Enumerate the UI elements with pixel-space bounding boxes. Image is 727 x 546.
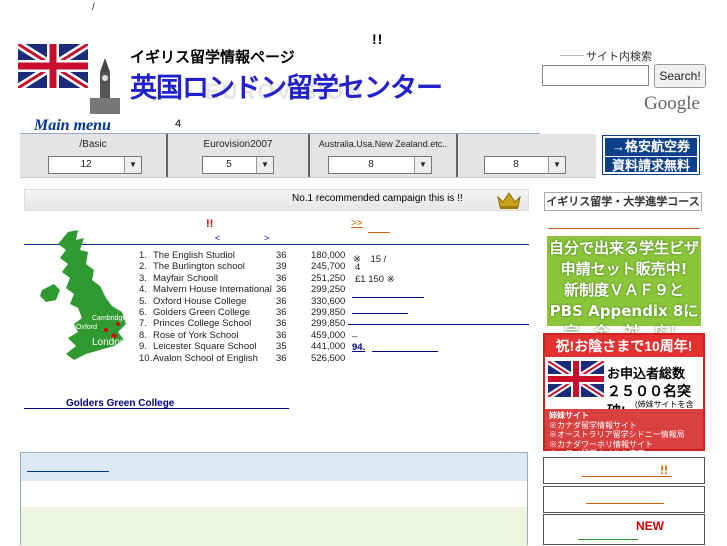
campaign-highlight-mark: !!	[206, 218, 214, 230]
right-column-divider	[548, 228, 700, 230]
menu-cell-australia: Australia.Usa.New Zealand.etc.. 8 ▼	[308, 134, 456, 177]
google-logo-text: Google	[644, 93, 700, 114]
menu-cell-label: /Basic	[79, 139, 107, 150]
menu-select-value: 12	[80, 159, 92, 170]
menu-cell-basic: /Basic 12 ▼	[20, 134, 166, 177]
visa-line: 新制度ＶＡＦ９と	[563, 281, 684, 299]
link-underline	[578, 539, 638, 540]
search-input[interactable]	[542, 65, 649, 86]
chevron-down-icon[interactable]: ▼	[124, 157, 141, 173]
anniversary-banner[interactable]: 祝!お陰さまで10周年! お申込者総数 ２５００名突破! (姉妹サイトを含む) …	[543, 333, 705, 458]
link-underline	[372, 351, 438, 352]
right-box-bang: !!	[660, 463, 668, 477]
visa-line: 申請セット販売中!	[560, 260, 688, 278]
map-label-london: London	[92, 337, 126, 348]
link-underline	[352, 313, 408, 314]
news-header-underline	[27, 471, 109, 472]
link-underline	[582, 476, 672, 477]
visa-line: PBS Appendix 8に	[549, 302, 699, 320]
more-link[interactable]: >>	[351, 218, 363, 229]
menu-select-eurovision[interactable]: 5 ▼	[202, 156, 274, 174]
applicants-label: お申込者総数	[607, 366, 686, 381]
menu-select-australia[interactable]: 8 ▼	[328, 156, 432, 174]
menu-select-basic[interactable]: 12 ▼	[48, 156, 142, 174]
sister-site-link[interactable]: ※オーストラリア留学シドニー情報局	[549, 430, 699, 440]
prev-marker[interactable]: <	[215, 233, 220, 243]
menu-cell-label: Eurovision2007	[203, 139, 273, 150]
sister-sites-box: 姉妹サイト ※カナダ留学情報サイト ※オーストラリア留学シドニー情報局 ※カナダ…	[545, 409, 703, 458]
news-section-row	[21, 507, 527, 546]
news-section-header	[21, 453, 527, 481]
crown-icon	[497, 192, 521, 209]
menu-cell-label: Australia.Usa.New Zealand.etc..	[318, 139, 448, 149]
menu-cell-other: 8 ▼	[456, 134, 596, 177]
link-underline	[352, 297, 424, 298]
right-link-box[interactable]: NEW	[543, 514, 705, 545]
campaign-note-3: £1 150 ※	[355, 274, 395, 285]
menu-select-value: 8	[513, 159, 519, 170]
map-label-cambridge: Cambridge	[92, 315, 127, 322]
uk-flag-logo-icon	[18, 44, 88, 88]
more-link-underline	[368, 232, 390, 233]
menu-select-value: 5	[226, 159, 232, 170]
campaign-note-2: 4	[355, 262, 361, 273]
next-marker[interactable]: >	[264, 233, 269, 243]
university-course-banner[interactable]: イギリス留学・大学進学コース	[544, 192, 702, 211]
visa-line: 自分で出来る学生ビザ	[548, 239, 699, 257]
search-divider	[560, 55, 584, 56]
sister-site-link[interactable]: ※カナダ留学情報サイト	[549, 421, 699, 431]
map-label-oxford: Oxford	[76, 324, 98, 331]
cheap-flights-label[interactable]: →格安航空券	[605, 138, 697, 156]
header-bangs: !!	[372, 31, 384, 47]
right-link-box[interactable]	[543, 486, 705, 513]
logo-subtitle: イギリス留学情報ページ	[130, 48, 295, 66]
main-menu-bar: /Basic 12 ▼ Eurovision2007 5 ▼ Australia…	[20, 134, 596, 178]
sister-site-link[interactable]: ※カナダワーホリ情報サイト	[549, 440, 699, 450]
campaign-note-5[interactable]: 94.	[352, 342, 365, 353]
menu-select-value: 8	[368, 159, 374, 170]
big-ben-icon	[90, 58, 120, 114]
menu-cell-eurovision: Eurovision2007 5 ▼	[166, 134, 308, 177]
chevron-down-icon[interactable]: ▼	[548, 157, 565, 173]
campaign-text: No.1 recommended campaign this is !!	[292, 193, 463, 204]
chevron-down-icon[interactable]: ▼	[256, 157, 273, 173]
news-section	[20, 452, 528, 546]
free-brochure-label[interactable]: 資料請求無料	[605, 156, 697, 175]
uk-flag-icon	[548, 361, 604, 397]
student-visa-banner[interactable]: 自分で出来る学生ビザ 申請セット販売中! 新制度ＶＡＦ９と PBS Append…	[547, 236, 701, 341]
cheap-flights-button[interactable]: →格安航空券 資料請求無料	[602, 135, 700, 175]
campaign-note-4: –	[352, 331, 358, 342]
header-slash: /	[92, 2, 95, 13]
sister-sites-title: 姉妹サイト	[549, 411, 589, 420]
logo-title[interactable]: 英国ロンドン留学センター	[130, 66, 443, 105]
anniversary-title: 祝!お陰さまで10周年!	[545, 335, 703, 357]
right-link-box[interactable]: !!	[543, 457, 705, 484]
menu-select-other[interactable]: 8 ▼	[484, 156, 566, 174]
main-menu-count: 4	[175, 118, 182, 130]
google-logo: Google	[644, 93, 700, 115]
news-section-row	[21, 481, 527, 507]
new-badge: NEW	[636, 519, 664, 533]
golders-green-underline	[24, 408, 289, 409]
chevron-down-icon[interactable]: ▼	[414, 157, 431, 173]
search-button[interactable]: Search!	[654, 64, 706, 88]
link-underline	[586, 503, 664, 504]
search-label: サイト内検索	[586, 50, 652, 63]
section-divider	[348, 324, 529, 325]
